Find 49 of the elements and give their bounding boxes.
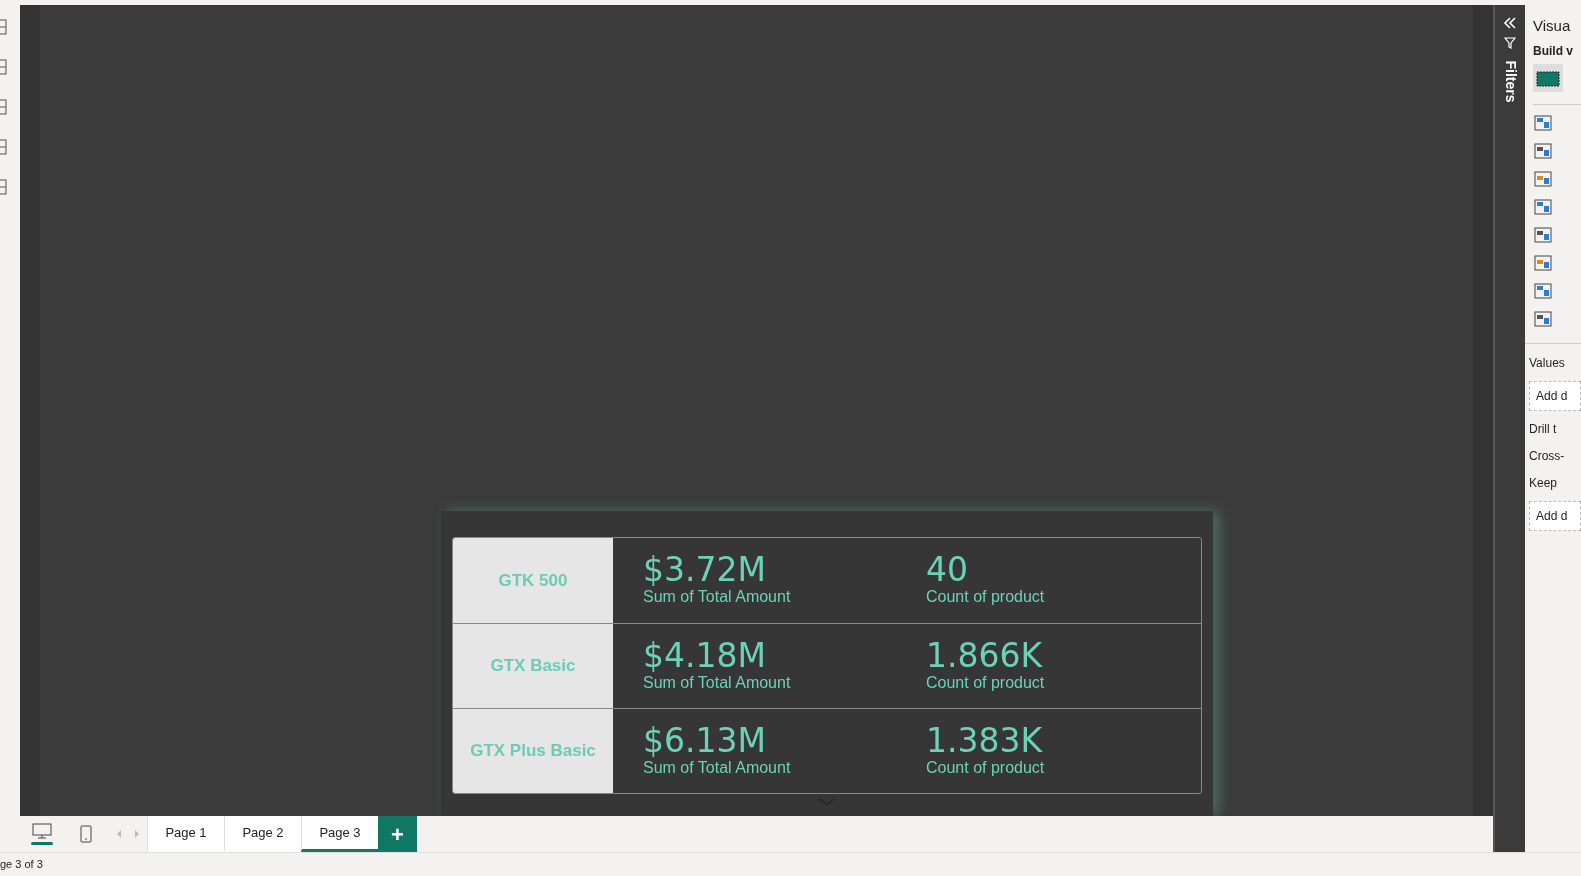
chart-type-icon[interactable]	[1533, 224, 1553, 245]
build-label: Build v	[1533, 42, 1574, 60]
chart-type-icon[interactable]	[1533, 280, 1553, 301]
count-caption: Count of product	[926, 588, 1045, 606]
count-caption: Count of product	[926, 759, 1045, 777]
page-info: ge 3 of 3	[0, 857, 43, 873]
chart-type-icon[interactable]	[1533, 168, 1553, 189]
view-icon[interactable]	[0, 139, 8, 155]
view-icon[interactable]	[0, 99, 8, 115]
category-label: GTK 500	[453, 538, 613, 623]
amount-value: $4.18M	[643, 638, 767, 674]
category-label: GTX Plus Basic	[453, 709, 613, 793]
field-well[interactable]: Add d	[1529, 500, 1581, 531]
page-tab[interactable]: Page 1	[147, 816, 224, 852]
view-icon[interactable]	[0, 19, 8, 35]
filter-icon	[1504, 37, 1516, 49]
desktop-icon[interactable]	[32, 823, 52, 839]
count-value: 1.866K	[926, 638, 1044, 674]
chart-type-icon[interactable]	[1533, 112, 1553, 133]
phone-icon[interactable]	[80, 825, 92, 843]
amount-value: $6.13M	[643, 723, 767, 759]
view-icon[interactable]	[0, 59, 8, 75]
option-label: Keep	[1529, 474, 1559, 492]
selected-view-indicator	[31, 842, 53, 845]
chart-type-icon[interactable]	[1533, 140, 1553, 161]
amount-value: $3.72M	[643, 552, 767, 588]
amount-caption: Sum of Total Amount	[643, 674, 792, 692]
count-value: 1.383K	[926, 723, 1044, 759]
section-heading: Values	[1529, 354, 1566, 372]
amount-caption: Sum of Total Amount	[643, 588, 792, 606]
pane-title: Visua	[1533, 16, 1572, 36]
count-value: 40	[926, 552, 969, 588]
chart-type-icon[interactable]	[1533, 252, 1553, 273]
field-well[interactable]: Add d	[1529, 380, 1581, 411]
table-visual-icon[interactable]	[1533, 63, 1563, 92]
view-icon[interactable]	[0, 179, 8, 195]
filters-label: Filters	[1501, 60, 1520, 103]
category-label: GTX Basic	[453, 624, 613, 708]
page-tab[interactable]: Page 3	[301, 816, 378, 852]
chart-type-icon[interactable]	[1533, 308, 1553, 329]
count-caption: Count of product	[926, 674, 1045, 692]
filters-pane[interactable]: Filters	[1493, 5, 1525, 852]
chart-type-icon[interactable]	[1533, 196, 1553, 217]
option-label: Cross-	[1529, 447, 1566, 465]
page-tab[interactable]: Page 2	[224, 816, 301, 852]
collapse-icon[interactable]	[1503, 17, 1517, 29]
amount-caption: Sum of Total Amount	[643, 759, 792, 777]
add-page-button[interactable]: +	[378, 816, 417, 852]
section-heading: Drill t	[1529, 420, 1558, 438]
